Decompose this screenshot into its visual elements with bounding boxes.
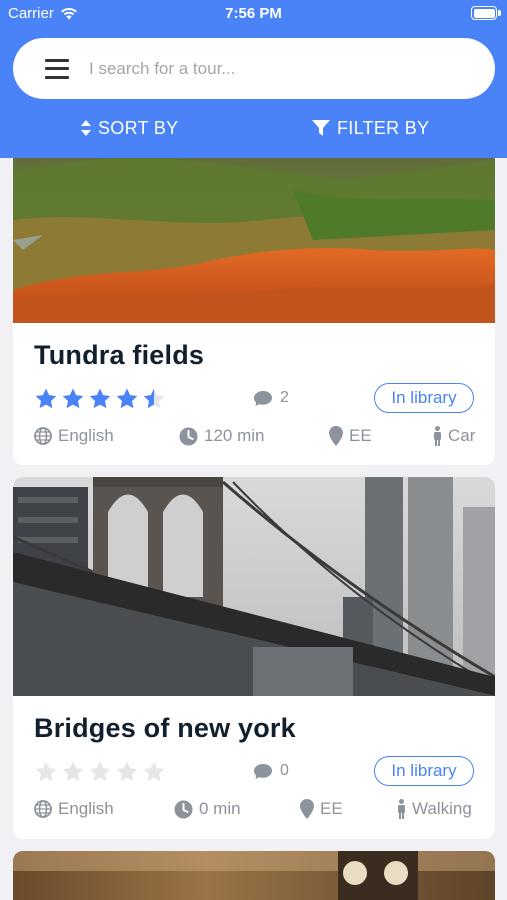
hamburger-menu-icon[interactable] — [45, 58, 69, 79]
star-icon — [143, 761, 165, 782]
star-icon — [62, 388, 84, 409]
language-info: English — [34, 799, 114, 819]
half-star-icon — [143, 388, 165, 409]
sort-by-label: SORT BY — [98, 117, 179, 138]
comments-value: 2 — [280, 389, 289, 406]
rating-stars — [34, 760, 166, 784]
map-pin-icon — [329, 426, 343, 446]
status-bar: Carrier 7:56 PM — [0, 0, 507, 28]
map-pin-icon — [300, 799, 314, 819]
filter-by-button[interactable]: FILTER BY — [311, 113, 429, 143]
tour-list: Tundra fields 2 In library English 120 m… — [0, 158, 507, 900]
duration-value: 0 min — [199, 799, 241, 818]
tour-image — [13, 477, 495, 696]
location-info: EE — [300, 799, 343, 819]
transport-value: Walking — [412, 799, 472, 818]
tour-image — [13, 851, 495, 900]
language-info: English — [34, 426, 114, 446]
transport-value: Car — [448, 426, 476, 445]
duration-info: 0 min — [174, 799, 241, 819]
search-bar — [13, 38, 495, 99]
sort-icon — [81, 120, 91, 136]
location-info: EE — [329, 426, 372, 446]
clock-icon — [174, 800, 193, 818]
comments-value: 0 — [280, 762, 289, 779]
sort-by-button[interactable]: SORT BY — [80, 113, 178, 143]
clock-icon — [179, 427, 198, 445]
star-icon — [89, 388, 111, 409]
comment-icon — [254, 763, 272, 779]
transport-info: Car — [433, 426, 475, 446]
language-value: English — [58, 799, 114, 818]
in-library-button[interactable]: In library — [374, 756, 474, 786]
comment-icon — [254, 390, 272, 406]
comments-count[interactable]: 0 — [253, 762, 289, 780]
rating-stars — [34, 387, 166, 411]
tour-card[interactable]: Tundra fields 2 In library English 120 m… — [13, 158, 495, 465]
tour-image — [13, 158, 495, 323]
star-icon — [35, 388, 57, 409]
star-icon — [62, 761, 84, 782]
tour-title: Tundra fields — [34, 340, 205, 370]
duration-value: 120 min — [204, 426, 265, 445]
globe-icon — [34, 427, 52, 445]
search-input[interactable] — [89, 58, 449, 79]
tour-card[interactable]: Bridges of new york 0 In library English… — [13, 477, 495, 839]
star-icon — [89, 761, 111, 782]
person-icon — [434, 426, 441, 446]
clock: 7:56 PM — [225, 5, 282, 22]
star-icon — [35, 761, 57, 782]
filter-icon — [312, 120, 330, 136]
duration-info: 120 min — [179, 426, 264, 446]
comments-count[interactable]: 2 — [253, 389, 289, 407]
tour-card[interactable] — [13, 851, 495, 900]
transport-info: Walking — [397, 799, 472, 819]
star-icon — [116, 388, 138, 409]
filter-by-label: FILTER BY — [337, 117, 430, 138]
app-header: Carrier 7:56 PM SORT BY FILTER BY — [0, 0, 507, 158]
language-value: English — [58, 426, 114, 445]
location-value: EE — [320, 799, 343, 818]
globe-icon — [34, 800, 52, 818]
location-value: EE — [349, 426, 372, 445]
star-icon — [116, 761, 138, 782]
person-icon — [398, 799, 405, 819]
battery-icon — [471, 6, 501, 20]
in-library-button[interactable]: In library — [374, 383, 474, 413]
tour-title: Bridges of new york — [34, 713, 296, 743]
